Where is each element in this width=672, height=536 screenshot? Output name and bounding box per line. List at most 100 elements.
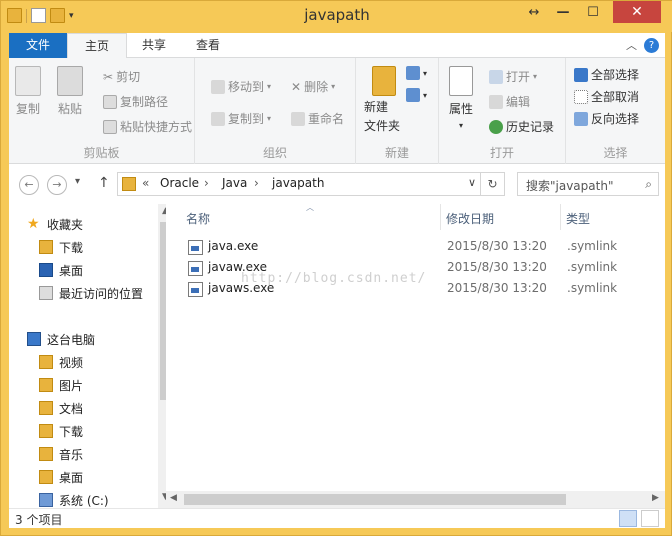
paste-shortcut-button[interactable]: 粘贴快捷方式 <box>103 118 192 135</box>
nav-this-pc[interactable]: 这台电脑 <box>27 328 95 350</box>
invert-selection-button[interactable]: 反向选择 <box>574 110 639 127</box>
tab-view[interactable]: 查看 <box>181 33 235 58</box>
easy-access-button[interactable]: ▾ <box>406 88 427 102</box>
new-item-button[interactable]: ▾ <box>406 66 427 80</box>
nav-label: 图片 <box>59 378 84 393</box>
large-icons-view-icon[interactable] <box>641 510 659 527</box>
rename-button[interactable]: 重命名 <box>291 110 344 127</box>
navigation-pane: ★ 收藏夹 下载 桌面 最近访问的位置 这台电脑 视频 图片 文档 下载 音乐 … <box>9 204 166 508</box>
open-button[interactable]: 打开 ▾ <box>489 68 537 85</box>
address-bar[interactable]: « Oracle › Java › javapath ∨ ↻ <box>117 172 505 196</box>
desktop-icon <box>39 263 53 277</box>
tab-file[interactable]: 文件 <box>9 33 67 58</box>
forward-button[interactable]: → <box>47 175 67 195</box>
nav-item-music[interactable]: 音乐 <box>39 443 83 465</box>
properties-button[interactable]: 属性 ▾ <box>449 66 473 130</box>
chevron-down-icon[interactable]: ∨ <box>468 176 476 189</box>
search-icon[interactable]: ⌕ <box>645 177 652 192</box>
group-label: 选择 <box>603 146 628 160</box>
move-to-label: 移动到 <box>228 80 265 94</box>
explorer-window: ▾ javapath ↔ — ☐ ✕ 文件 主页 共享 查看 ︿ ? 复制 粘贴… <box>0 0 672 536</box>
cut-button[interactable]: ✂ 剪切 <box>103 68 140 85</box>
chevron-up-icon[interactable]: ︿ <box>626 37 637 53</box>
edit-button[interactable]: 编辑 <box>489 93 530 110</box>
column-divider[interactable] <box>440 204 441 230</box>
copy-icon <box>15 66 41 96</box>
nav-item-downloads[interactable]: 下载 <box>39 236 83 258</box>
nav-item-recent[interactable]: 最近访问的位置 <box>39 282 143 304</box>
history-button[interactable]: 历史记录 <box>489 118 554 135</box>
drive-icon <box>39 493 53 507</box>
documents-folder-icon <box>39 401 53 415</box>
delete-button[interactable]: ✕ 删除 ▾ <box>291 78 335 95</box>
music-folder-icon <box>39 447 53 461</box>
nav-item-desktop-pc[interactable]: 桌面 <box>39 466 83 488</box>
column-header-type[interactable]: 类型 <box>566 210 590 227</box>
group-label: 打开 <box>489 146 514 160</box>
breadcrumb-overflow[interactable]: « <box>142 176 149 190</box>
nav-label: 音乐 <box>59 447 84 462</box>
move-to-button[interactable]: 移动到 ▾ <box>211 78 271 95</box>
file-type: .symlink <box>567 239 618 253</box>
copy-path-button[interactable]: 复制路径 <box>103 93 168 110</box>
resize-icon[interactable]: ↔ <box>521 1 547 23</box>
breadcrumb-java[interactable]: Java <box>222 176 247 190</box>
file-row[interactable]: java.exe 2015/8/30 13:20 .symlink <box>184 237 654 258</box>
nav-item-drive-c[interactable]: 系统 (C:) <box>39 489 109 508</box>
move-icon <box>211 79 225 94</box>
up-button[interactable]: ↑ <box>98 175 110 191</box>
chevron-up-icon[interactable]: ▲ <box>158 206 166 216</box>
copy-button[interactable]: 复制 <box>15 66 41 117</box>
breadcrumb-javapath[interactable]: javapath <box>272 176 324 190</box>
column-header-date[interactable]: 修改日期 <box>446 210 494 227</box>
open-icon <box>489 69 503 84</box>
nav-label: 文档 <box>59 401 84 416</box>
open-label: 打开 <box>506 70 531 84</box>
nav-scrollbar[interactable]: ▲ ▼ <box>158 204 166 508</box>
details-view-icon[interactable] <box>619 510 637 527</box>
history-label: 历史记录 <box>506 120 555 134</box>
nav-label: 系统 (C:) <box>59 493 109 508</box>
nav-favorites[interactable]: ★ 收藏夹 <box>27 213 83 235</box>
organize-group: 移动到 ▾ 复制到 ▾ ✕ 删除 ▾ 重命名 组织 <box>195 58 356 164</box>
tab-share[interactable]: 共享 <box>127 33 181 58</box>
minimize-button[interactable]: — <box>549 1 577 23</box>
nav-item-pictures[interactable]: 图片 <box>39 374 83 396</box>
breadcrumb-oracle[interactable]: Oracle <box>160 176 199 190</box>
horizontal-scrollbar[interactable]: ◀ ▶ <box>166 491 665 508</box>
column-header-name[interactable]: 名称 <box>186 210 210 227</box>
navigation-bar: ← → ▾ ↑ « Oracle › Java › javapath ∨ ↻ 搜… <box>9 164 665 204</box>
new-folder-button[interactable]: 新建 文件夹 <box>364 66 400 134</box>
nav-label: 下载 <box>59 424 84 439</box>
new-item-icon <box>406 66 420 80</box>
close-button[interactable]: ✕ <box>613 1 661 23</box>
chevron-left-icon[interactable]: ◀ <box>170 493 177 503</box>
help-icon[interactable]: ? <box>644 38 659 53</box>
group-label: 剪贴板 <box>83 146 120 160</box>
search-input[interactable]: 搜索"javapath" <box>526 177 613 194</box>
search-box[interactable]: 搜索"javapath" ⌕ <box>517 172 659 196</box>
select-none-button[interactable]: 全部取消 <box>574 88 639 105</box>
chevron-down-icon[interactable]: ▼ <box>158 492 166 502</box>
select-all-button[interactable]: 全部选择 <box>574 66 639 83</box>
refresh-button[interactable]: ↻ <box>480 173 504 195</box>
maximize-button[interactable]: ☐ <box>579 1 607 23</box>
copy-to-button[interactable]: 复制到 ▾ <box>211 110 271 127</box>
easy-access-icon <box>406 88 420 102</box>
column-divider[interactable] <box>560 204 561 230</box>
back-button[interactable]: ← <box>19 175 39 195</box>
paste-button[interactable]: 粘贴 <box>57 66 83 117</box>
nav-item-desktop[interactable]: 桌面 <box>39 259 83 281</box>
select-all-label: 全部选择 <box>591 68 640 82</box>
nav-item-documents[interactable]: 文档 <box>39 397 83 419</box>
ribbon-tabs: 文件 主页 共享 查看 ︿ ? <box>9 33 665 58</box>
nav-item-videos[interactable]: 视频 <box>39 351 83 373</box>
recent-locations-icon[interactable]: ▾ <box>75 176 80 187</box>
nav-item-downloads-pc[interactable]: 下载 <box>39 420 83 442</box>
scrollbar-thumb[interactable] <box>184 494 566 505</box>
file-list: ︿ 名称 修改日期 类型 java.exe 2015/8/30 13:20 .s… <box>166 203 665 508</box>
chevron-right-icon[interactable]: ▶ <box>652 493 659 503</box>
tab-home[interactable]: 主页 <box>67 33 127 58</box>
breadcrumb-separator: › <box>204 176 209 190</box>
title-bar[interactable]: ▾ javapath ↔ — ☐ ✕ <box>1 1 672 32</box>
